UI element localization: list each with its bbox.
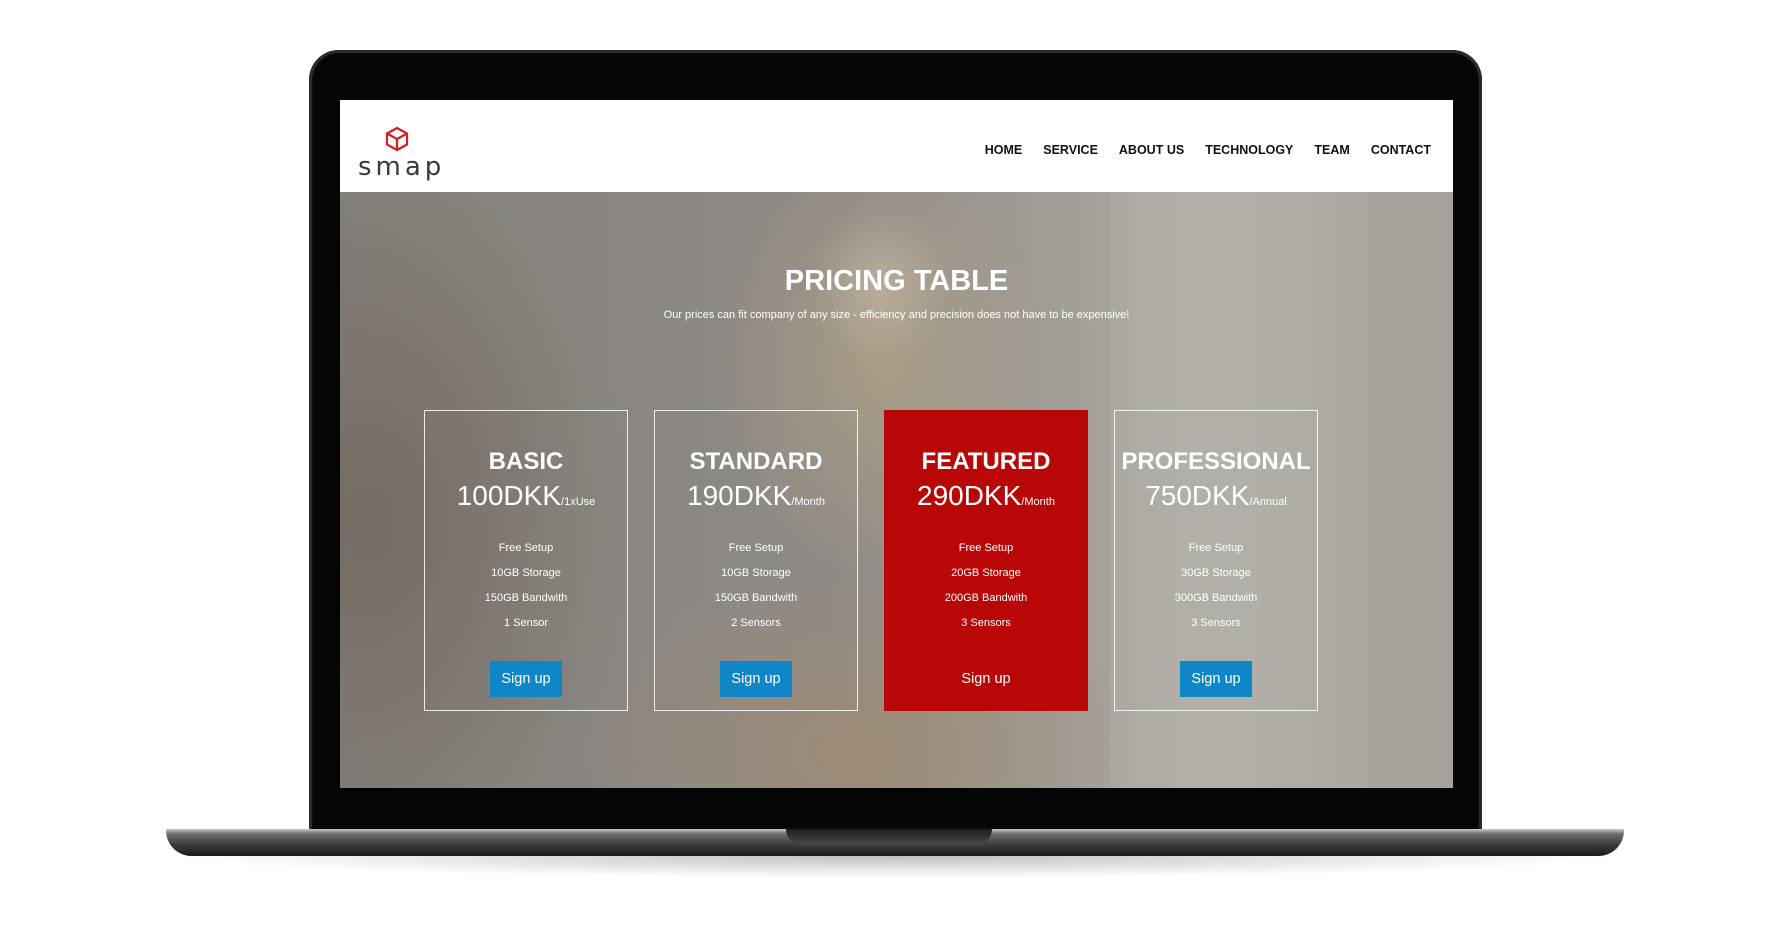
pricing-card-standard: STANDARD 190DKK/Month Free Setup 10GB St… bbox=[654, 410, 858, 711]
signup-button[interactable]: Sign up bbox=[490, 661, 562, 697]
nav-about-us[interactable]: ABOUT US bbox=[1119, 143, 1184, 157]
feature-item: Free Setup bbox=[498, 542, 554, 554]
logo[interactable]: smap bbox=[358, 126, 441, 188]
price-period: /Month bbox=[791, 496, 825, 508]
plan-name: FEATURED bbox=[921, 448, 1051, 475]
plan-price: 750DKK/Annual bbox=[1115, 480, 1317, 512]
nav-contact[interactable]: CONTACT bbox=[1371, 143, 1431, 157]
laptop-notch bbox=[786, 829, 992, 845]
feature-list: Free Setup 10GB Storage 150GB Bandwith 2… bbox=[655, 542, 857, 642]
feature-item: 3 Sensors bbox=[1191, 617, 1241, 629]
pricing-card-professional: PROFESSIONAL 750DKK/Annual Free Setup 30… bbox=[1114, 410, 1318, 711]
price-period: /1xUse bbox=[561, 496, 596, 508]
page-title: PRICING TABLE bbox=[784, 265, 1009, 297]
feature-list: Free Setup 30GB Storage 300GB Bandwith 3… bbox=[1115, 542, 1317, 642]
feature-item: 2 Sensors bbox=[731, 617, 781, 629]
feature-item: 150GB Bandwith bbox=[484, 592, 568, 604]
feature-list: Free Setup 10GB Storage 150GB Bandwith 1… bbox=[425, 542, 627, 642]
price-amount: 190DKK bbox=[687, 480, 792, 511]
plan-price: 100DKK/1xUse bbox=[425, 480, 627, 512]
price-amount: 290DKK bbox=[917, 480, 1022, 511]
price-period: /Month bbox=[1021, 496, 1055, 508]
price-amount: 100DKK bbox=[456, 480, 562, 511]
signup-button[interactable]: Sign up bbox=[720, 661, 792, 697]
feature-item: Free Setup bbox=[958, 542, 1014, 554]
plan-name: BASIC bbox=[488, 448, 564, 475]
hero-section: PRICING TABLE Our prices can fit company… bbox=[340, 192, 1453, 788]
nav-service[interactable]: SERVICE bbox=[1043, 143, 1098, 157]
main-nav: HOME SERVICE ABOUT US TECHNOLOGY TEAM CO… bbox=[964, 143, 1431, 157]
signup-button[interactable]: Sign up bbox=[1180, 661, 1252, 697]
feature-item: 30GB Storage bbox=[1181, 567, 1251, 579]
nav-home[interactable]: HOME bbox=[985, 143, 1023, 157]
feature-item: 3 Sensors bbox=[961, 617, 1011, 629]
plan-name: PROFESSIONAL bbox=[1121, 448, 1311, 475]
feature-item: 300GB Bandwith bbox=[1174, 592, 1258, 604]
nav-technology[interactable]: TECHNOLOGY bbox=[1205, 143, 1293, 157]
plan-price: 190DKK/Month bbox=[655, 480, 857, 512]
plan-name: STANDARD bbox=[689, 448, 823, 475]
feature-item: 20GB Storage bbox=[951, 567, 1021, 579]
feature-item: 10GB Storage bbox=[491, 567, 561, 579]
logo-text: smap bbox=[358, 152, 446, 182]
pricing-card-basic: BASIC 100DKK/1xUse Free Setup 10GB Stora… bbox=[424, 410, 628, 711]
feature-item: 200GB Bandwith bbox=[944, 592, 1028, 604]
feature-item: 1 Sensor bbox=[503, 617, 549, 629]
laptop-screen: smap HOME SERVICE ABOUT US TECHNOLOGY TE… bbox=[340, 100, 1453, 788]
price-amount: 750DKK bbox=[1145, 480, 1250, 511]
feature-item: 10GB Storage bbox=[721, 567, 791, 579]
site-header: smap HOME SERVICE ABOUT US TECHNOLOGY TE… bbox=[340, 100, 1453, 192]
feature-item: 150GB Bandwith bbox=[714, 592, 798, 604]
price-period: /Annual bbox=[1249, 496, 1287, 508]
feature-item: Free Setup bbox=[1188, 542, 1244, 554]
pricing-card-featured: FEATURED 290DKK/Month Free Setup 20GB St… bbox=[884, 410, 1088, 711]
cube-icon bbox=[385, 126, 409, 152]
feature-item: Free Setup bbox=[728, 542, 784, 554]
feature-list: Free Setup 20GB Storage 200GB Bandwith 3… bbox=[885, 542, 1087, 642]
nav-team[interactable]: TEAM bbox=[1314, 143, 1349, 157]
signup-button[interactable]: Sign up bbox=[950, 661, 1022, 697]
plan-price: 290DKK/Month bbox=[885, 480, 1087, 512]
page-subtitle: Our prices can fit company of any size -… bbox=[663, 309, 1130, 321]
